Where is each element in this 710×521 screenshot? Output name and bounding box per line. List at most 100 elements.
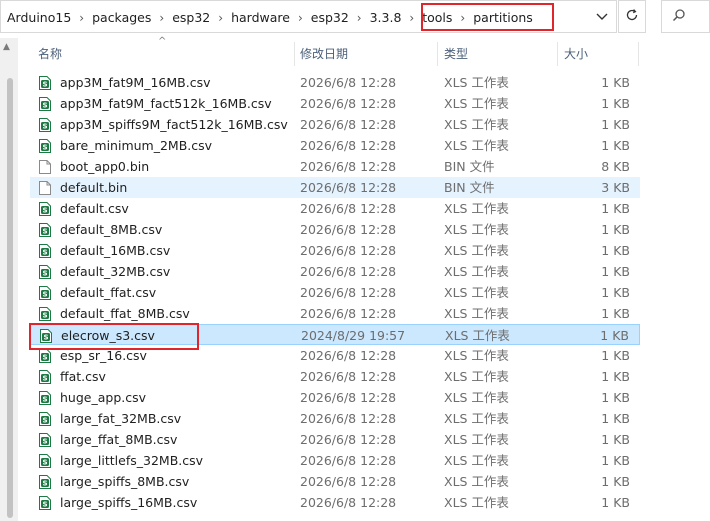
svg-text:S: S	[43, 334, 48, 342]
column-divider[interactable]	[437, 42, 438, 66]
file-row[interactable]: default.bin 2026/6/8 12:28 BIN 文件 3 KB	[30, 177, 640, 198]
file-date: 2026/6/8 12:28	[300, 474, 397, 489]
address-bar[interactable]: Arduino15 › packages › esp32 › hardware …	[0, 0, 617, 33]
file-type: XLS 工作表	[444, 96, 509, 111]
file-type: XLS 工作表	[444, 369, 509, 384]
breadcrumb-partitions[interactable]: partitions	[467, 10, 539, 25]
csv-file-icon: S	[38, 495, 52, 511]
column-type[interactable]: 类型	[444, 38, 468, 68]
chevron-down-icon[interactable]	[592, 7, 612, 27]
refresh-button[interactable]	[618, 0, 646, 33]
breadcrumb-hardware[interactable]: hardware	[225, 10, 296, 25]
breadcrumb-arduino15[interactable]: Arduino15	[1, 10, 77, 25]
breadcrumb-packages[interactable]: packages	[86, 10, 157, 25]
chevron-right-icon[interactable]: ›	[157, 11, 166, 25]
column-divider[interactable]	[557, 42, 558, 66]
file-row[interactable]: boot_app0.bin 2026/6/8 12:28 BIN 文件 8 KB	[30, 156, 640, 177]
file-name: ffat.csv	[60, 369, 106, 384]
column-date[interactable]: 修改日期	[300, 38, 348, 68]
breadcrumb-version[interactable]: 3.3.8	[364, 10, 408, 25]
svg-text:S: S	[42, 459, 47, 467]
svg-text:S: S	[42, 312, 47, 320]
file-row[interactable]: Sffat.csv 2026/6/8 12:28 XLS 工作表 1 KB	[30, 366, 640, 387]
file-size: 3 KB	[601, 180, 630, 195]
vertical-scrollbar[interactable]: ▲	[2, 38, 16, 521]
svg-text:S: S	[42, 354, 47, 362]
svg-text:S: S	[42, 249, 47, 257]
file-date: 2026/6/8 12:28	[300, 411, 397, 426]
file-size: 1 KB	[600, 328, 629, 343]
file-row[interactable]: Sbare_minimum_2MB.csv 2026/6/8 12:28 XLS 工…	[30, 135, 640, 156]
file-row[interactable]: Sdefault_ffat.csv 2026/6/8 12:28 XLS 工作表 1 …	[30, 282, 640, 303]
file-name: app3M_spiffs9M_fact512k_16MB.csv	[60, 117, 288, 132]
file-name: large_spiffs_16MB.csv	[60, 495, 198, 510]
scrollbar-thumb[interactable]	[7, 78, 13, 518]
csv-file-icon: S	[38, 390, 52, 406]
sort-ascending-icon: ^	[158, 36, 167, 47]
file-date: 2024/8/29 19:57	[301, 328, 406, 343]
file-row[interactable]: Slarge_fat_32MB.csv 2026/6/8 12:28 XLS 工作表…	[30, 408, 640, 429]
column-divider[interactable]	[294, 42, 295, 66]
csv-file-icon: S	[38, 222, 52, 238]
column-size[interactable]: 大小	[564, 38, 588, 68]
file-row[interactable]: Sapp3M_fat9M_16MB.csv 2026/6/8 12:28 XLS 工…	[30, 72, 640, 93]
file-row[interactable]: Slarge_spiffs_8MB.csv 2026/6/8 12:28 XLS 工…	[30, 471, 640, 492]
breadcrumb-esp32[interactable]: esp32	[166, 10, 216, 25]
breadcrumb-esp32-2[interactable]: esp32	[305, 10, 355, 25]
file-name: app3M_fat9M_16MB.csv	[60, 75, 211, 90]
file-type: XLS 工作表	[444, 222, 509, 237]
chevron-right-icon[interactable]: ›	[407, 11, 416, 25]
partial-row	[30, 514, 640, 521]
file-date: 2026/6/8 12:28	[300, 96, 397, 111]
file-type: XLS 工作表	[445, 328, 510, 343]
file-date: 2026/6/8 12:28	[300, 264, 397, 279]
file-type: XLS 工作表	[444, 474, 509, 489]
file-size: 1 KB	[601, 411, 630, 426]
file-size: 1 KB	[601, 138, 630, 153]
csv-file-icon: S	[38, 243, 52, 259]
file-row[interactable]: Sapp3M_fat9M_fact512k_16MB.csv 2026/6/8 1…	[30, 93, 640, 114]
chevron-right-icon[interactable]: ›	[355, 11, 364, 25]
file-name: default_32MB.csv	[60, 264, 171, 279]
chevron-right-icon[interactable]: ›	[458, 11, 467, 25]
chevron-right-icon[interactable]: ›	[296, 11, 305, 25]
svg-text:S: S	[42, 207, 47, 215]
file-date: 2026/6/8 12:28	[300, 285, 397, 300]
file-row[interactable]: Sdefault_16MB.csv 2026/6/8 12:28 XLS 工作表 1 …	[30, 240, 640, 261]
file-name: default_ffat_8MB.csv	[60, 306, 190, 321]
file-size: 1 KB	[601, 474, 630, 489]
csv-file-icon: S	[38, 96, 52, 112]
csv-file-icon: S	[38, 474, 52, 490]
file-row[interactable]: Sapp3M_spiffs9M_fact512k_16MB.csv 2026/6/…	[30, 114, 640, 135]
scroll-up-arrow-icon[interactable]: ▲	[3, 42, 10, 52]
file-row[interactable]: Shuge_app.csv 2026/6/8 12:28 XLS 工作表 1 KB	[30, 387, 640, 408]
file-row[interactable]: Sdefault.csv 2026/6/8 12:28 XLS 工作表 1 KB	[30, 198, 640, 219]
column-divider[interactable]	[638, 42, 639, 66]
file-row[interactable]: Sdefault_ffat_8MB.csv 2026/6/8 12:28 XLS 工…	[30, 303, 640, 324]
file-list: Sapp3M_fat9M_16MB.csv 2026/6/8 12:28 XLS 工…	[30, 72, 640, 513]
search-box[interactable]	[661, 0, 710, 33]
file-name: app3M_fat9M_fact512k_16MB.csv	[60, 96, 272, 111]
file-date: 2026/6/8 12:28	[300, 180, 397, 195]
breadcrumb-tools[interactable]: tools	[416, 10, 458, 25]
file-row[interactable]: Sdefault_8MB.csv 2026/6/8 12:28 XLS 工作表 1 K…	[30, 219, 640, 240]
chevron-right-icon[interactable]: ›	[77, 11, 86, 25]
file-name: large_ffat_8MB.csv	[60, 432, 178, 447]
file-row[interactable]: Slarge_spiffs_16MB.csv 2026/6/8 12:28 XLS …	[30, 492, 640, 513]
file-type: XLS 工作表	[444, 306, 509, 321]
file-name: large_littlefs_32MB.csv	[60, 453, 204, 468]
svg-text:S: S	[42, 375, 47, 383]
csv-file-icon: S	[38, 369, 52, 385]
file-date: 2026/6/8 12:28	[300, 222, 397, 237]
file-row[interactable]: Slarge_ffat_8MB.csv 2026/6/8 12:28 XLS 工作表…	[30, 429, 640, 450]
svg-text:S: S	[42, 123, 47, 131]
svg-text:S: S	[42, 396, 47, 404]
file-row[interactable]: Sdefault_32MB.csv 2026/6/8 12:28 XLS 工作表 1 …	[30, 261, 640, 282]
svg-text:S: S	[42, 480, 47, 488]
file-row[interactable]: Selecrow_s3.csv 2024/8/29 19:57 XLS 工作表 1 K…	[30, 324, 640, 345]
file-row[interactable]: Sesp_sr_16.csv 2026/6/8 12:28 XLS 工作表 1 KB	[30, 345, 640, 366]
csv-file-icon: S	[38, 201, 52, 217]
column-name[interactable]: 名称	[38, 38, 62, 68]
chevron-right-icon[interactable]: ›	[216, 11, 225, 25]
file-row[interactable]: Slarge_littlefs_32MB.csv 2026/6/8 12:28 XL…	[30, 450, 640, 471]
